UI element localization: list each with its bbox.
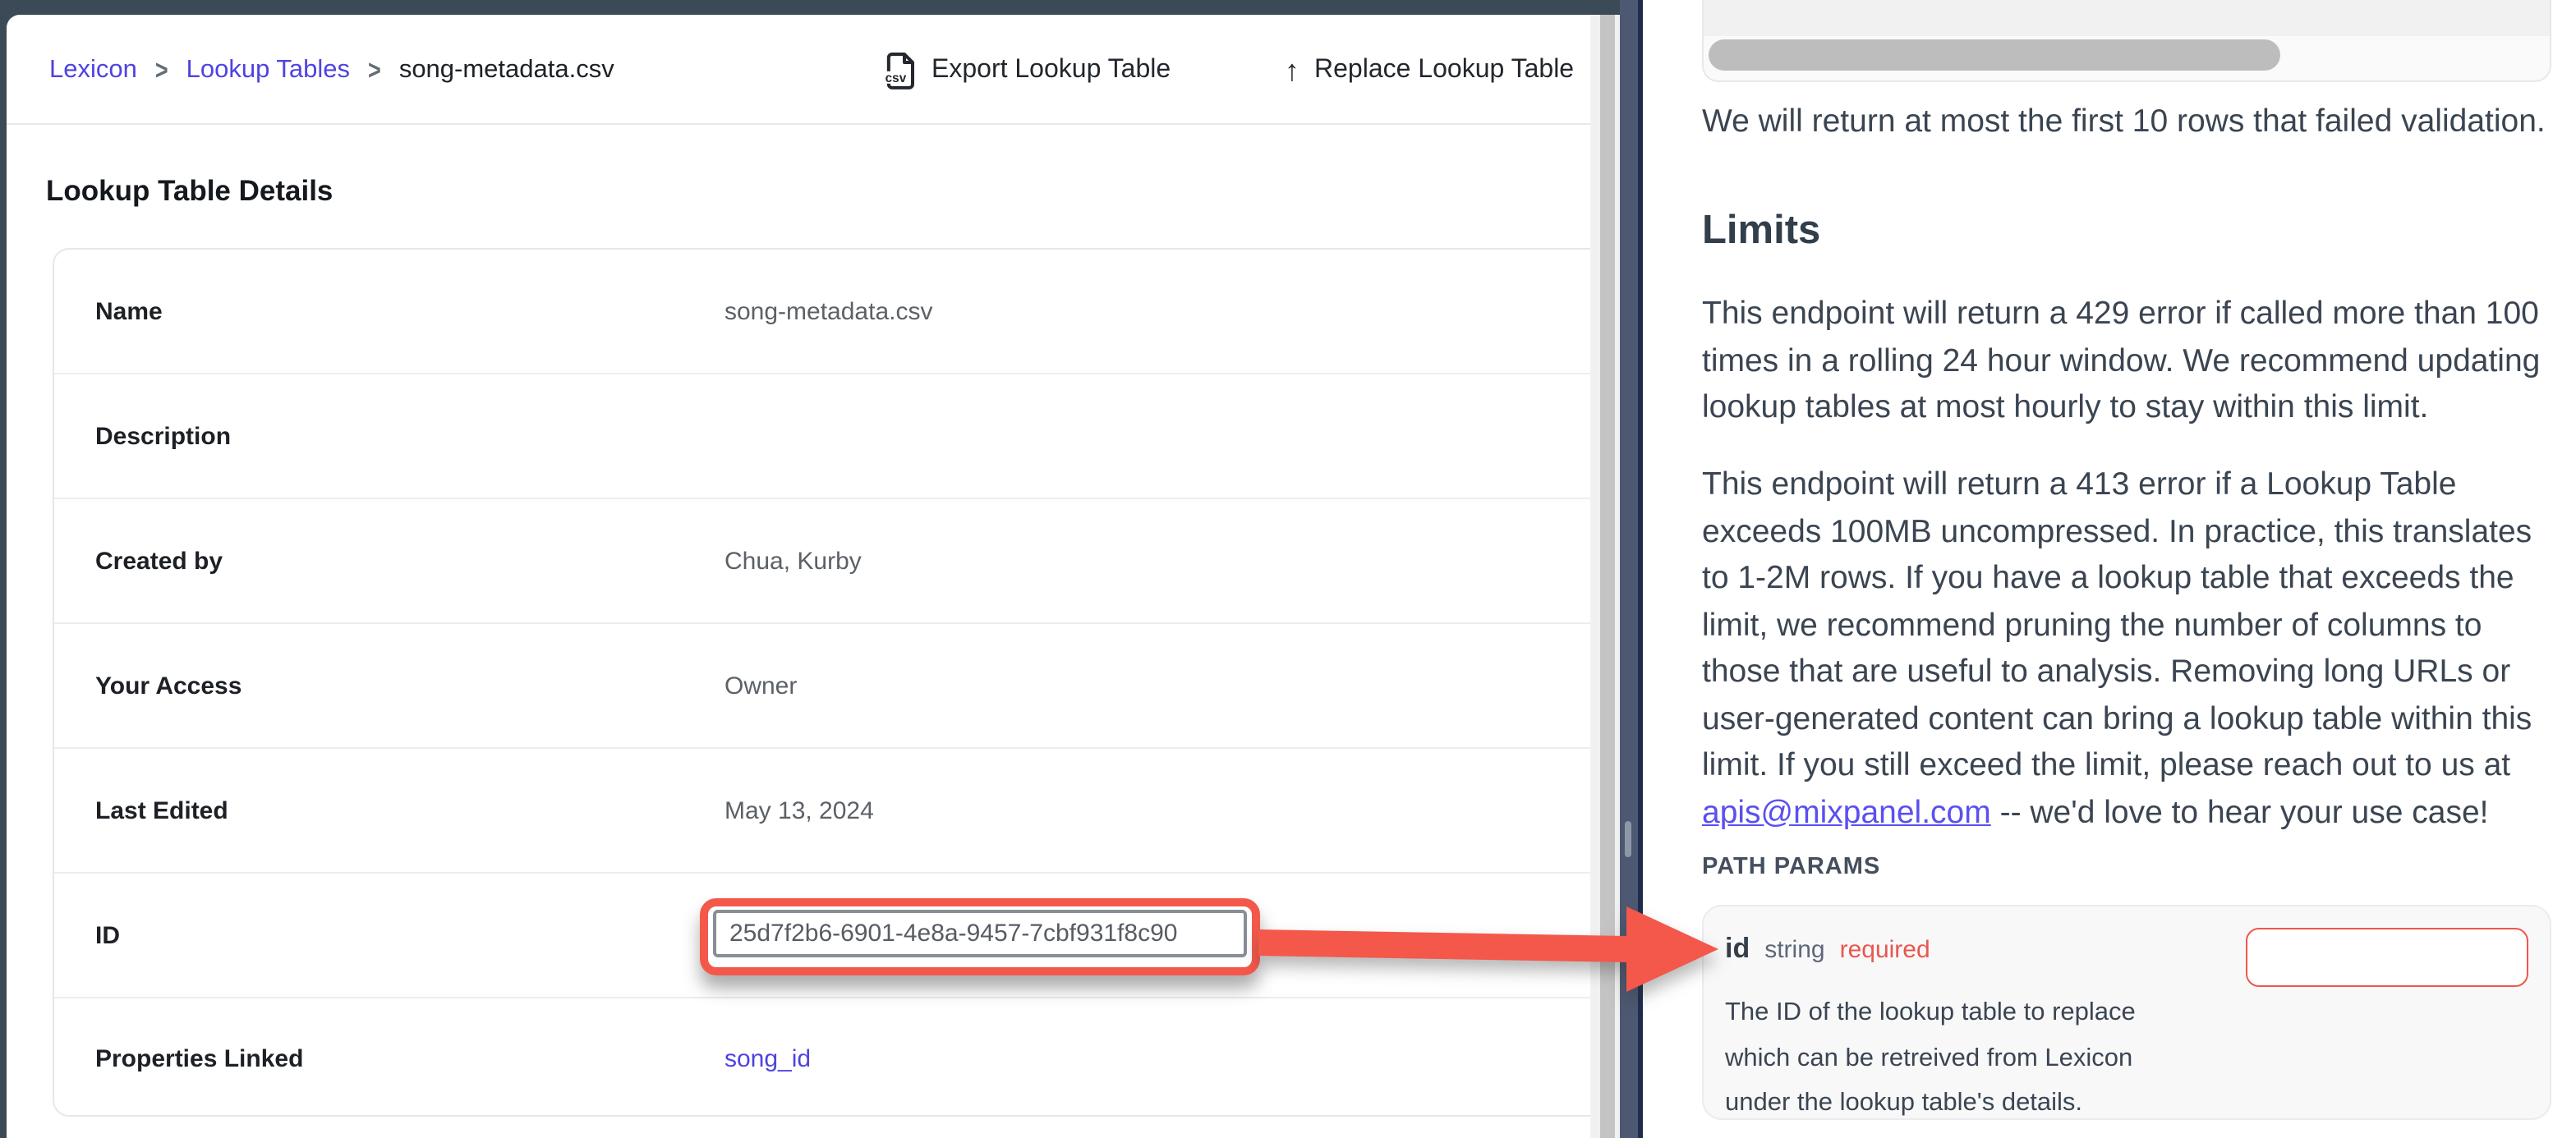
export-lookup-table-button[interactable]: csv Export Lookup Table [884, 15, 1171, 125]
limits-paragraph-413: This endpoint will return a 413 error if… [1702, 461, 2568, 836]
gap-scrollbar-thumb[interactable] [1625, 821, 1631, 857]
id-annotation-highlight-box: 25d7f2b6-6901-4e8a-9457-7cbf931f8c90 [700, 898, 1260, 975]
export-button-label: Export Lookup Table [932, 55, 1171, 85]
svg-text:csv: csv [886, 71, 907, 85]
table-row-name: Name song-metadata.csv [54, 250, 1590, 374]
docs-horizontal-scrollbar-thumb[interactable] [1709, 39, 2280, 71]
lookup-table-details-window: Lexicon > Lookup Tables > song-metadata.… [7, 15, 1590, 1138]
param-description: The ID of the lookup table to replace wh… [1725, 990, 2205, 1126]
row-value: Owner [724, 672, 797, 700]
path-param-card: id string required The ID of the lookup … [1702, 905, 2551, 1120]
path-params-label: PATH PARAMS [1702, 854, 1880, 880]
screenshot-viewport: Lexicon > Lookup Tables > song-metadata.… [0, 0, 2576, 1138]
row-label: Description [95, 422, 231, 450]
breadcrumb: Lexicon > Lookup Tables > song-metadata.… [49, 15, 614, 125]
breadcrumb-current-file: song-metadata.csv [399, 55, 614, 85]
docs-horizontal-scrollbar-track [1702, 0, 2551, 82]
linked-property-link[interactable]: song_id [724, 1044, 811, 1072]
limits-heading: Limits [1702, 209, 1820, 255]
left-window-scrollbar-thumb[interactable] [1600, 15, 1615, 1138]
chevron-right-icon: > [155, 54, 168, 85]
table-row-your-access: Your Access Owner [54, 624, 1590, 749]
paragraph-413-text-end: -- we'd love to hear your use case! [1991, 794, 2489, 830]
breadcrumb-lexicon[interactable]: Lexicon [49, 55, 137, 85]
window-gap-background [1620, 0, 1638, 1138]
paragraph-413-text: This endpoint will return a 413 error if… [1702, 466, 2532, 783]
param-header: id string required [1725, 933, 1930, 966]
lookup-table-id-field[interactable]: 25d7f2b6-6901-4e8a-9457-7cbf931f8c90 [713, 910, 1247, 957]
csv-file-icon: csv [884, 50, 917, 89]
api-docs-panel: We will return at most the first 10 rows… [1643, 0, 2576, 1138]
docs-intro-text: We will return at most the first 10 rows… [1702, 103, 2568, 141]
breadcrumb-lookup-tables[interactable]: Lookup Tables [186, 55, 350, 85]
upload-arrow-icon: ↑ [1285, 55, 1300, 85]
table-row-description: Description [54, 374, 1590, 499]
table-row-last-edited: Last Edited May 13, 2024 [54, 749, 1590, 874]
table-row-created-by: Created by Chua, Kurby [54, 499, 1590, 624]
row-label: Created by [95, 547, 223, 575]
param-type: string [1764, 936, 1824, 964]
row-value: song-metadata.csv [724, 297, 932, 325]
replace-lookup-table-button[interactable]: ↑ Replace Lookup Table [1285, 15, 1574, 125]
page-title: Lookup Table Details [46, 174, 333, 209]
row-label: Last Edited [95, 796, 228, 824]
row-value: Chua, Kurby [724, 547, 862, 575]
stage: Lexicon > Lookup Tables > song-metadata.… [0, 0, 2576, 1138]
table-row-id: ID 25d7f2b6-6901-4e8a-9457-7cbf931f8c90 [54, 874, 1590, 998]
lookup-table-details-card: Name song-metadata.csv Description Creat… [53, 248, 1590, 1117]
left-window-header: Lexicon > Lookup Tables > song-metadata.… [7, 15, 1590, 125]
chevron-right-icon: > [368, 54, 381, 85]
param-id-input[interactable] [2246, 928, 2528, 987]
limits-paragraph-429: This endpoint will return a 429 error if… [1702, 291, 2568, 431]
row-label: ID [95, 921, 120, 949]
row-label: Your Access [95, 672, 242, 700]
row-value: May 13, 2024 [724, 796, 874, 824]
replace-button-label: Replace Lookup Table [1314, 55, 1574, 85]
row-label: Name [95, 297, 163, 325]
table-row-properties-linked: Properties Linked song_id [54, 998, 1590, 1118]
apis-mixpanel-email-link[interactable]: apis@mixpanel.com [1702, 794, 1991, 830]
param-name: id [1725, 933, 1750, 966]
row-label: Properties Linked [95, 1044, 303, 1072]
param-required-badge: required [1840, 936, 1930, 964]
